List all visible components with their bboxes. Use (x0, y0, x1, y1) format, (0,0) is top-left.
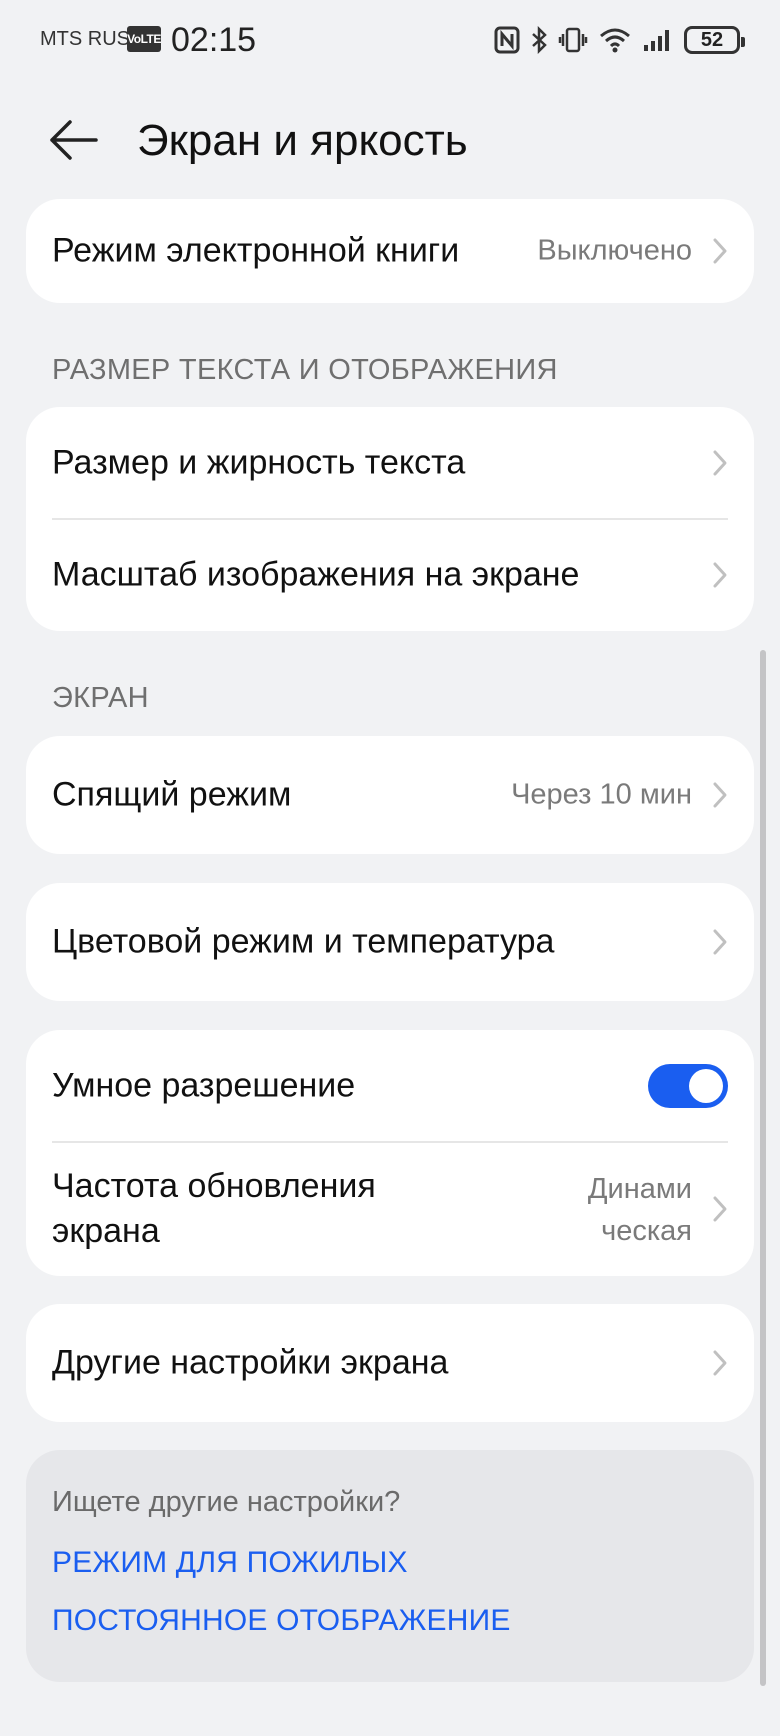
text-display-card: Размер и жирность текста Масштаб изображ… (26, 407, 754, 631)
battery-indicator: 52 (684, 26, 745, 54)
ebook-mode-value: Выключено (537, 234, 692, 267)
volte-badge: VoLTE (127, 26, 161, 52)
chevron-right-icon (713, 929, 727, 955)
refresh-rate-label-line2: экрана (52, 1212, 160, 1250)
display-scale-label: Масштаб изображения на экране (52, 555, 580, 594)
resolution-card: Умное разрешение Частота обновления экра… (26, 1030, 754, 1276)
other-settings-label: Другие настройки экрана (52, 1343, 449, 1382)
smart-resolution-row[interactable]: Умное разрешение (26, 1030, 754, 1142)
vibrate-icon (558, 26, 588, 54)
suggestions-card: Ищете другие настройки? РЕЖИМ ДЛЯ ПОЖИЛЫ… (26, 1450, 754, 1682)
elderly-mode-link[interactable]: РЕЖИМ ДЛЯ ПОЖИЛЫХ (52, 1546, 408, 1580)
color-mode-label: Цветовой режим и температура (52, 922, 555, 961)
sleep-mode-value: Через 10 мин (511, 778, 692, 811)
refresh-rate-value: Динами ческая (588, 1168, 692, 1252)
scrollbar[interactable] (760, 650, 766, 1686)
sleep-mode-row[interactable]: Спящий режим Через 10 мин (26, 736, 754, 854)
app-bar: Экран и яркость (0, 92, 780, 188)
chevron-right-icon (713, 562, 727, 588)
suggestions-title: Ищете другие настройки? (52, 1486, 401, 1518)
page-title: Экран и яркость (137, 116, 468, 165)
chevron-right-icon (713, 238, 727, 264)
chevron-right-icon (713, 782, 727, 808)
arrow-left-icon (50, 120, 98, 160)
refresh-rate-value-line2: ческая (601, 1215, 692, 1247)
chevron-right-icon (713, 450, 727, 476)
refresh-rate-label: Частота обновления экрана (52, 1164, 376, 1254)
always-on-display-link[interactable]: ПОСТОЯННОЕ ОТОБРАЖЕНИЕ (52, 1604, 511, 1638)
ebook-mode-label: Режим электронной книги (52, 231, 460, 270)
nfc-icon (494, 26, 520, 54)
smart-resolution-toggle[interactable] (648, 1064, 728, 1108)
chevron-right-icon (713, 1350, 727, 1376)
signal-icon (642, 26, 674, 54)
carrier-label: MTS RUS (40, 28, 130, 50)
ebook-mode-row[interactable]: Режим электронной книги Выключено (26, 199, 754, 303)
wifi-icon (598, 26, 632, 54)
toggle-knob (689, 1069, 723, 1103)
bluetooth-icon (530, 26, 548, 54)
ebook-card: Режим электронной книги Выключено (26, 199, 754, 303)
refresh-rate-label-line1: Частота обновления (52, 1167, 376, 1205)
other-settings-card: Другие настройки экрана (26, 1304, 754, 1422)
refresh-rate-row[interactable]: Частота обновления экрана Динами ческая (26, 1142, 754, 1276)
color-mode-row[interactable]: Цветовой режим и температура (26, 883, 754, 1001)
sleep-mode-label: Спящий режим (52, 775, 292, 814)
battery-level: 52 (700, 28, 724, 51)
sleep-card: Спящий режим Через 10 мин (26, 736, 754, 854)
section-header-screen: ЭКРАН (52, 682, 149, 714)
back-button[interactable] (44, 112, 104, 168)
other-settings-row[interactable]: Другие настройки экрана (26, 1304, 754, 1422)
color-card: Цветовой режим и температура (26, 883, 754, 1001)
status-bar: MTS RUS VoLTE 02:15 52 (0, 0, 780, 80)
text-size-label: Размер и жирность текста (52, 443, 466, 482)
clock: 02:15 (171, 21, 257, 59)
section-header-text-display: РАЗМЕР ТЕКСТА И ОТОБРАЖЕНИЯ (52, 354, 558, 386)
chevron-right-icon (713, 1196, 727, 1222)
smart-resolution-label: Умное разрешение (52, 1066, 356, 1105)
display-scale-row[interactable]: Масштаб изображения на экране (26, 519, 754, 631)
status-icons: 52 (494, 22, 745, 58)
text-size-row[interactable]: Размер и жирность текста (26, 407, 754, 519)
refresh-rate-value-line1: Динами (587, 1173, 692, 1205)
